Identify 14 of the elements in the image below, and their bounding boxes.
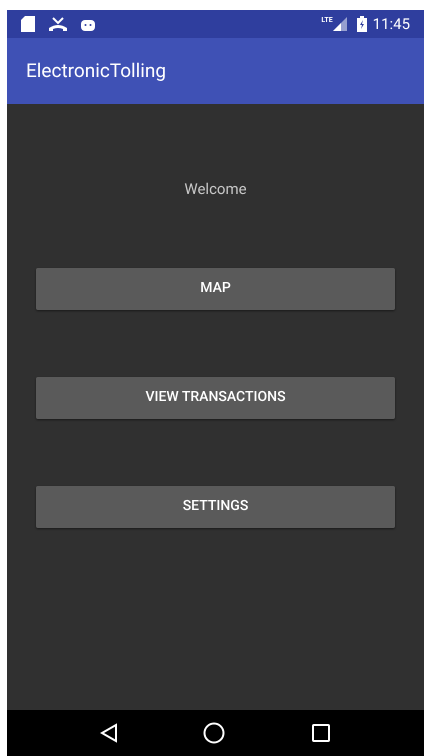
menu-button[interactable]: MAP (36, 268, 395, 310)
signal-icon (332, 17, 347, 31)
sd-card-icon (21, 16, 35, 32)
menu-button[interactable]: SETTINGS (36, 486, 395, 528)
menu-button[interactable]: VIEW TRANSACTIONS (36, 376, 395, 418)
recents-icon[interactable] (311, 723, 332, 743)
home-icon[interactable] (203, 722, 226, 744)
android-icon (81, 17, 95, 31)
welcome-text: Welcome (184, 179, 247, 200)
app-title: ElectronicTolling (26, 58, 166, 84)
back-icon[interactable] (100, 723, 118, 743)
clock: 11:45 (372, 14, 410, 35)
missed-call-icon (49, 17, 67, 31)
battery-icon (356, 16, 367, 32)
